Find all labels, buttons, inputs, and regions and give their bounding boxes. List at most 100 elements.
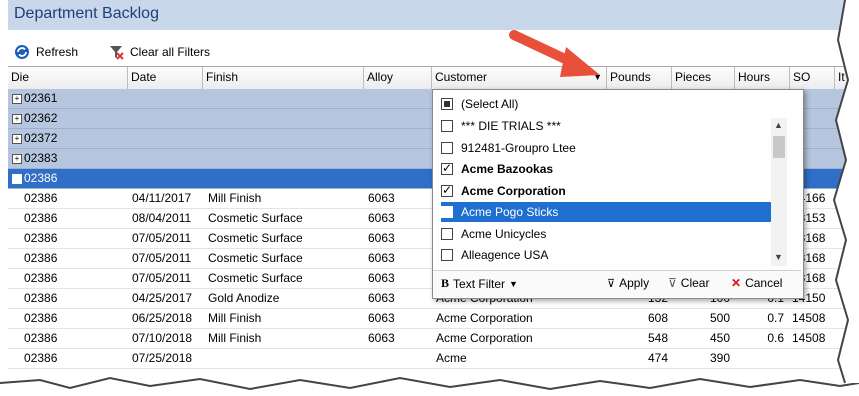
cell-die: 02386 bbox=[24, 271, 58, 285]
filter-option-checkbox[interactable] bbox=[441, 141, 453, 154]
group-label: 02383 bbox=[24, 151, 58, 165]
expand-icon[interactable]: + bbox=[12, 114, 22, 124]
filter-option[interactable]: *** DIE TRIALS *** bbox=[441, 116, 771, 136]
header-alloy[interactable]: Alloy bbox=[364, 67, 432, 89]
cell-hours: 0.7 bbox=[767, 311, 784, 325]
cell-finish: Mill Finish bbox=[208, 191, 262, 205]
toolbar: Refresh Clear all Filters bbox=[8, 40, 859, 64]
cell-hours bbox=[736, 349, 784, 369]
filter-option[interactable]: Alleagence USA bbox=[441, 245, 771, 265]
filter-option[interactable]: Acme Corporation bbox=[441, 181, 771, 201]
header-finish[interactable]: Finish bbox=[203, 67, 364, 89]
title-bar: Department Backlog bbox=[8, 0, 859, 30]
cell-date: 08/04/2011 bbox=[132, 211, 192, 225]
header-item[interactable]: It bbox=[835, 67, 859, 89]
cancel-icon: ✕ bbox=[731, 276, 742, 290]
filter-option-select-all[interactable]: (Select All) bbox=[441, 94, 771, 114]
apply-label: Apply bbox=[619, 276, 650, 290]
header-die[interactable]: Die bbox=[8, 67, 128, 89]
table-row[interactable]: 02386 06/25/2018 Mill Finish 6063 Acme Corpo… bbox=[8, 309, 859, 329]
group-label: 02362 bbox=[24, 111, 58, 125]
header-pieces[interactable]: Pieces bbox=[672, 67, 735, 89]
cell-die: 02386 bbox=[24, 351, 58, 365]
cell-alloy: 6063 bbox=[368, 211, 395, 225]
header-date[interactable]: Date bbox=[128, 67, 203, 89]
cell-alloy: 6063 bbox=[368, 291, 395, 305]
cell-so: 14508 bbox=[792, 331, 826, 345]
cancel-button[interactable]: ✕ Cancel bbox=[731, 276, 782, 290]
filter-option-label: Acme Bazookas bbox=[461, 162, 554, 176]
cell-die: 02386 bbox=[24, 331, 58, 345]
refresh-button[interactable]: Refresh bbox=[14, 42, 78, 62]
group-label: 02361 bbox=[24, 91, 58, 105]
cell-alloy bbox=[368, 349, 428, 369]
cell-die: 02386 bbox=[24, 251, 58, 265]
expand-icon[interactable]: + bbox=[12, 154, 22, 164]
cell-pieces: 390 bbox=[709, 351, 730, 365]
filter-option[interactable]: Acme Pogo Sticks bbox=[441, 202, 771, 222]
cell-die: 02386 bbox=[24, 191, 58, 205]
cell-date: 04/25/2017 bbox=[132, 291, 193, 305]
scroll-thumb[interactable] bbox=[773, 136, 785, 158]
department-backlog-window: Department Backlog Refresh Clear all Fil… bbox=[8, 0, 859, 396]
clear-button[interactable]: ⊽ Clear bbox=[668, 276, 709, 290]
cell-date: 04/11/2017 bbox=[132, 191, 192, 205]
cell-alloy: 6063 bbox=[368, 311, 395, 325]
cell-pieces: 450 bbox=[709, 331, 730, 345]
cell-customer: Acme Corporation bbox=[436, 311, 533, 325]
filter-option-checkbox[interactable] bbox=[441, 183, 453, 197]
scroll-up-icon[interactable]: ▲ bbox=[774, 120, 783, 130]
filter-list-scrollbar[interactable]: ▲ ▼ bbox=[771, 118, 787, 266]
cell-alloy: 6063 bbox=[368, 191, 395, 205]
apply-button[interactable]: ⊽ Apply bbox=[607, 276, 649, 290]
filter-option[interactable]: 912481-Groupro Ltee bbox=[441, 138, 771, 158]
clear-all-filters-button[interactable]: Clear all Filters bbox=[108, 42, 210, 62]
clear-label: Clear bbox=[680, 276, 710, 290]
filter-option-label: Alleagence USA bbox=[461, 248, 549, 262]
scroll-down-icon[interactable]: ▼ bbox=[774, 252, 783, 262]
cell-die: 02386 bbox=[24, 231, 58, 245]
filter-option-checkbox[interactable] bbox=[441, 227, 453, 240]
cell-date: 07/05/2011 bbox=[132, 251, 192, 265]
filter-option-label: Acme Pogo Sticks bbox=[461, 205, 559, 219]
window-title: Department Backlog bbox=[14, 5, 159, 22]
select-all-checkbox[interactable] bbox=[441, 98, 453, 110]
expand-icon[interactable]: + bbox=[12, 94, 22, 104]
cell-finish: Cosmetic Surface bbox=[208, 271, 303, 285]
filter-option[interactable]: Acme Unicycles bbox=[441, 224, 771, 244]
filter-option[interactable]: Acme Bazookas bbox=[441, 159, 771, 179]
filter-option-label: Acme Unicycles bbox=[461, 226, 547, 241]
chevron-down-icon: ▼ bbox=[509, 278, 518, 289]
table-row[interactable]: 02386 07/10/2018 Mill Finish 6063 Acme Corpo… bbox=[8, 329, 859, 349]
clear-all-filters-label: Clear all Filters bbox=[130, 45, 211, 59]
filter-option-checkbox[interactable] bbox=[441, 249, 453, 261]
cell-alloy: 6063 bbox=[368, 251, 395, 265]
clear-filter-icon bbox=[110, 46, 124, 60]
column-headers: Die Date Finish Alloy Customer ▼ Pounds … bbox=[8, 66, 859, 90]
collapse-icon[interactable]: − bbox=[12, 174, 22, 184]
table-row[interactable]: 02386 07/25/2018 Acme 474 390 bbox=[8, 349, 859, 369]
cell-hours: 0.6 bbox=[767, 331, 784, 345]
filter-option-label: *** DIE TRIALS *** bbox=[461, 119, 561, 133]
group-label: 02372 bbox=[24, 131, 58, 145]
customer-filter-popup: (Select All) *** DIE TRIALS *** 912481-Gr… bbox=[432, 89, 804, 299]
cell-pounds: 474 bbox=[647, 351, 668, 365]
header-hours[interactable]: Hours bbox=[735, 67, 790, 89]
cell-date: 07/05/2011 bbox=[132, 231, 192, 245]
apply-filter-icon: ⊽ bbox=[607, 277, 616, 290]
cell-pounds: 608 bbox=[647, 311, 668, 325]
cell-finish: Mill Finish bbox=[208, 311, 262, 325]
select-all-label: (Select All) bbox=[461, 97, 519, 111]
filter-option-checkbox[interactable] bbox=[441, 120, 453, 132]
cell-finish: Mill Finish bbox=[208, 331, 262, 345]
expand-icon[interactable]: + bbox=[12, 134, 22, 144]
cell-finish: Cosmetic Surface bbox=[208, 211, 303, 225]
filter-option-checkbox[interactable] bbox=[441, 161, 453, 175]
filter-option-checkbox[interactable] bbox=[441, 206, 453, 218]
text-filter-dropdown[interactable]: B Text Filter ▼ bbox=[441, 276, 518, 291]
cell-date: 07/25/2018 bbox=[132, 351, 193, 365]
cell-die: 02386 bbox=[24, 211, 58, 225]
cell-date: 07/10/2018 bbox=[132, 331, 193, 345]
header-so[interactable]: SO bbox=[790, 67, 835, 89]
cell-customer: Acme bbox=[436, 351, 467, 365]
